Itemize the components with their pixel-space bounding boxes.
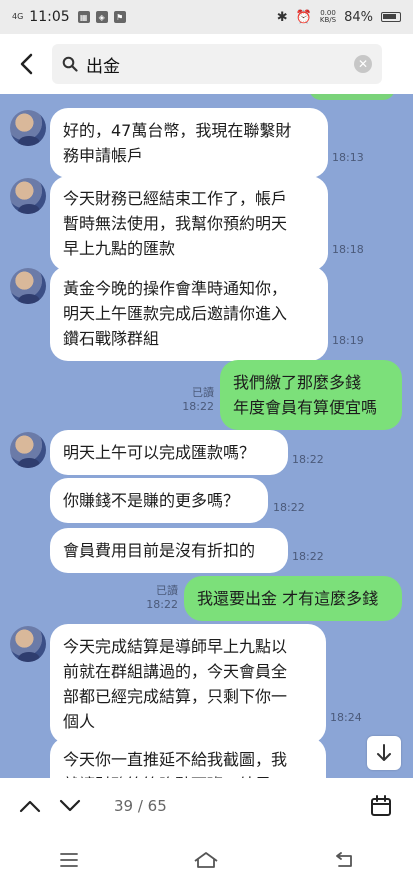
incoming-message[interactable]: 黃金今晚的操作會準時通知你， 明天上午匯款完成后邀請你進入 鑽石戰隊群組 — [50, 266, 328, 361]
read-receipt: 已讀 — [192, 386, 214, 399]
incoming-message[interactable]: 今天完成結算是導師早上九點以 前就在群組講過的，今天會員全 部都已經完成結算，只… — [50, 624, 326, 744]
incoming-message[interactable]: 今天財務已經結束工作了，帳戶 暫時無法使用，我幫你預約明天 早上九點的匯款 — [50, 176, 328, 271]
message-time: 18:22 — [146, 598, 178, 611]
message-time: 18:22 — [292, 453, 324, 466]
chat-area[interactable]: 好的，47萬台幣，我現在聯繫財 務申請帳戶 18:13 今天財務已經結束工作了，… — [0, 94, 413, 778]
calendar-icon — [371, 795, 391, 816]
search-input[interactable]: 出金 ✕ — [52, 44, 382, 84]
next-result-button[interactable] — [50, 786, 90, 826]
search-query: 出金 — [86, 56, 120, 77]
message-time: 18:22 — [292, 550, 324, 563]
search-icon — [62, 56, 78, 72]
system-navigation-bar — [0, 834, 413, 886]
calendar-button[interactable] — [365, 790, 397, 822]
shield-notification-icon: ◈ — [95, 11, 108, 23]
previous-result-button[interactable] — [10, 786, 50, 826]
app-notification-icon: ▦ — [77, 11, 90, 23]
alarm-icon: ⏰ — [295, 9, 312, 25]
outgoing-message[interactable]: 我們繳了那麼多錢 年度會員有算便宜嗎 — [220, 360, 402, 430]
incoming-message[interactable]: 好的，47萬台幣，我現在聯繫財 務申請帳戶 — [50, 108, 328, 178]
status-bar: 4G 11:05 ▦ ◈ ⚑ ✱ ⏰ 0.00 KB/S 84% — [0, 0, 413, 34]
chevron-down-icon — [59, 799, 81, 812]
chevron-up-icon — [19, 800, 41, 813]
arrow-down-icon — [377, 744, 391, 761]
message-time: 18:18 — [332, 243, 364, 256]
message-time: 18:22 — [182, 400, 214, 413]
message-time: 18:19 — [332, 334, 364, 347]
search-header: 出金 ✕ — [0, 34, 413, 94]
result-counter: 39 / 65 — [114, 797, 167, 815]
avatar[interactable] — [10, 432, 46, 468]
clear-search-button[interactable]: ✕ — [354, 55, 372, 73]
outgoing-message[interactable]: 我還要出金 才有這麼多錢 — [184, 576, 402, 621]
data-speed: 0.00 KB/S — [319, 9, 337, 24]
chevron-left-icon — [20, 53, 33, 75]
home-button[interactable] — [186, 840, 226, 880]
search-result-toolbar: 39 / 65 — [0, 778, 413, 834]
status-time: 11:05 — [29, 9, 70, 25]
battery-percent: 84% — [344, 9, 373, 25]
avatar[interactable] — [10, 626, 46, 662]
incoming-message[interactable]: 今天你一直推延不給我截圖，我 就讓財務等等晚點下班，結果一 — [50, 737, 326, 778]
avatar[interactable] — [10, 268, 46, 304]
incoming-message[interactable]: 會員費用目前是沒有折扣的 — [50, 528, 288, 573]
incoming-message[interactable]: 你賺錢不是賺的更多嗎？ — [50, 478, 268, 523]
recent-apps-button[interactable] — [49, 840, 89, 880]
message-time: 18:13 — [332, 151, 364, 164]
scroll-to-bottom-button[interactable] — [367, 736, 401, 770]
menu-icon — [59, 853, 78, 867]
avatar[interactable] — [10, 110, 46, 146]
avatar[interactable] — [10, 178, 46, 214]
home-icon — [194, 852, 219, 868]
network-type: 4G — [12, 12, 24, 21]
battery-icon — [381, 12, 401, 22]
message-time: 18:24 — [330, 711, 362, 724]
outgoing-bubble-partial — [309, 94, 395, 100]
back-button[interactable] — [0, 34, 52, 94]
read-receipt: 已讀 — [156, 584, 178, 597]
incoming-message[interactable]: 明天上午可以完成匯款嗎？ — [50, 430, 288, 475]
back-arrow-icon — [336, 852, 353, 867]
back-nav-button[interactable] — [324, 840, 364, 880]
message-time: 18:22 — [273, 501, 305, 514]
vpn-notification-icon: ⚑ — [113, 11, 126, 23]
bluetooth-icon: ✱ — [276, 9, 288, 25]
